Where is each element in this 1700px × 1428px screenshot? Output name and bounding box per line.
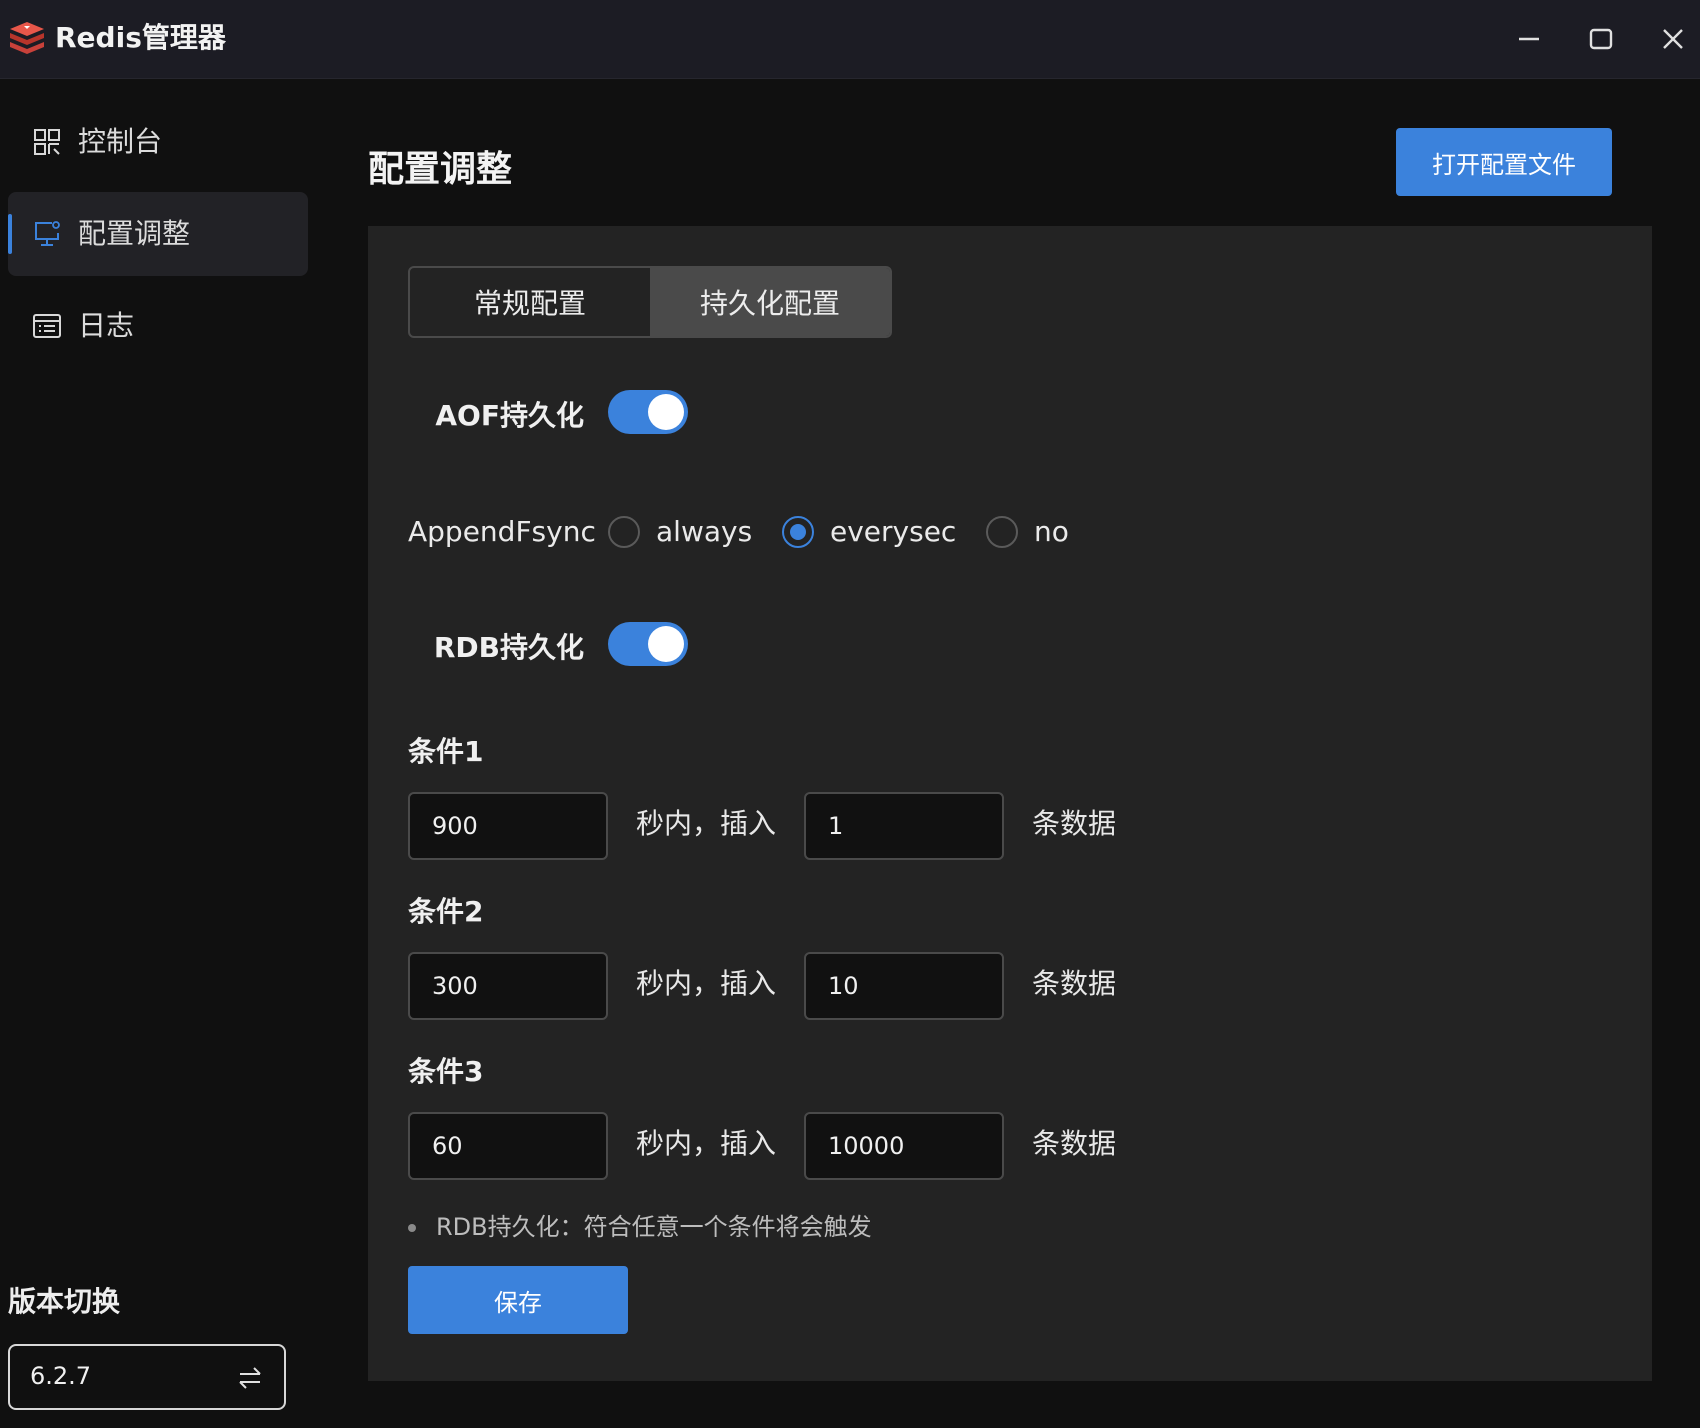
radio-always[interactable] (608, 516, 640, 548)
title-bar: Redis管理器 (0, 0, 1700, 79)
toggle-knob (648, 394, 684, 430)
maximize-button[interactable] (1584, 22, 1618, 56)
hint-bullet (408, 1224, 416, 1232)
condition-2-title: 条件2 (408, 895, 484, 928)
save-button[interactable]: 保存 (408, 1266, 628, 1334)
condition-1-tail-text: 条数据 (1032, 807, 1117, 840)
sidebar-item-label: 控制台 (78, 125, 163, 158)
condition-3-tail-text: 条数据 (1032, 1127, 1117, 1160)
minimize-button[interactable] (1512, 22, 1546, 56)
toggle-knob (648, 626, 684, 662)
rdb-hint-text: RDB持久化：符合任意一个条件将会触发 (436, 1213, 872, 1241)
monitor-settings-icon (35, 221, 60, 246)
tab-persistence-config[interactable]: 持久化配置 (650, 268, 890, 336)
redis-logo-icon (10, 22, 44, 54)
log-list-icon (33, 314, 61, 338)
radio-everysec[interactable] (782, 516, 814, 548)
condition-2-seconds-input[interactable] (408, 952, 608, 1020)
condition-1-title: 条件1 (408, 735, 484, 768)
open-config-file-button[interactable]: 打开配置文件 (1396, 128, 1612, 196)
config-panel: 常规配置 持久化配置 AOF持久化 AppendFsync always eve… (368, 226, 1652, 1381)
condition-2-mid-text: 秒内，插入 (636, 967, 777, 1000)
rdb-label: RDB持久化 (433, 631, 584, 664)
condition-1-seconds-input[interactable] (408, 792, 608, 860)
sidebar-item-label: 日志 (78, 309, 135, 342)
sidebar-item-label: 配置调整 (78, 217, 191, 250)
aof-label: AOF持久化 (435, 399, 584, 432)
config-tabs: 常规配置 持久化配置 (408, 266, 892, 338)
close-icon (1663, 29, 1683, 49)
rdb-toggle[interactable] (608, 622, 688, 666)
radio-no-label[interactable]: no (1034, 512, 1069, 552)
app-title: Redis管理器 (55, 21, 226, 54)
sidebar-item-config[interactable]: 配置调整 (8, 192, 308, 276)
condition-3-title: 条件3 (408, 1055, 484, 1088)
radio-always-label[interactable]: always (656, 512, 752, 552)
condition-2-tail-text: 条数据 (1032, 967, 1117, 1000)
maximize-icon (1589, 28, 1613, 50)
version-switch-title: 版本切换 (8, 1285, 121, 1318)
active-indicator (8, 214, 12, 254)
radio-everysec-label[interactable]: everysec (830, 512, 956, 552)
page-title: 配置调整 (368, 149, 513, 190)
condition-1-mid-text: 秒内，插入 (636, 807, 777, 840)
aof-toggle[interactable] (608, 390, 688, 434)
tab-general-config[interactable]: 常规配置 (410, 268, 650, 336)
condition-3-count-input[interactable] (804, 1112, 1004, 1180)
condition-1-count-input[interactable] (804, 792, 1004, 860)
sidebar: 控制台 配置调整 日志 (0, 79, 330, 1428)
condition-3-seconds-input[interactable] (408, 1112, 608, 1180)
close-button[interactable] (1656, 22, 1690, 56)
condition-3-mid-text: 秒内，插入 (636, 1127, 777, 1160)
sidebar-item-console[interactable]: 控制台 (8, 100, 308, 184)
append-fsync-label: AppendFsync (408, 515, 596, 548)
swap-icon (239, 1367, 261, 1389)
version-select[interactable]: 6.2.7 (8, 1344, 286, 1410)
minimize-icon (1519, 37, 1539, 41)
dashboard-icon (34, 129, 60, 155)
radio-no[interactable] (986, 516, 1018, 548)
sidebar-item-logs[interactable]: 日志 (8, 284, 308, 368)
condition-2-count-input[interactable] (804, 952, 1004, 1020)
version-value: 6.2.7 (30, 1362, 92, 1390)
